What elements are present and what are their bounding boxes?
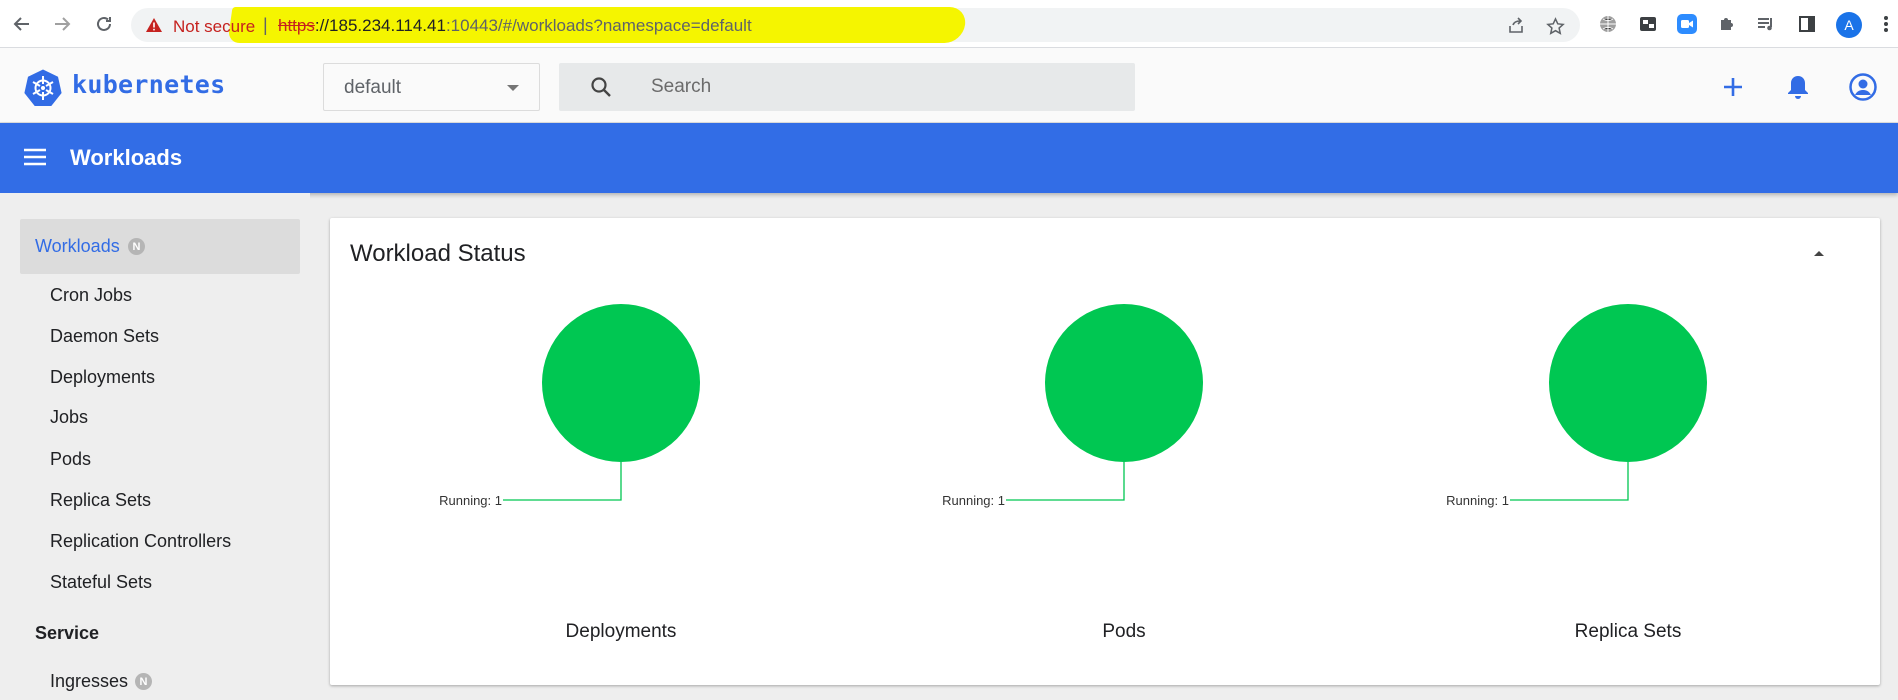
- namespaced-badge: N: [128, 238, 145, 255]
- search-icon: [589, 75, 613, 104]
- url-text[interactable]: https://185.234.114.41:10443/#/workloads…: [278, 16, 752, 36]
- zoom-icon[interactable]: [1675, 12, 1699, 36]
- sidebar-item-pods[interactable]: Pods: [50, 449, 91, 470]
- forward-icon[interactable]: [48, 10, 76, 38]
- sidebar-item-daemon-sets[interactable]: Daemon Sets: [50, 326, 159, 347]
- sidebar-item-workloads[interactable]: Workloads N: [20, 219, 300, 274]
- media-queue-icon[interactable]: [1754, 12, 1778, 36]
- slice-leader-line: [1006, 462, 1125, 501]
- search-box[interactable]: [559, 63, 1135, 111]
- sidebar-item-ingresses[interactable]: Ingresses: [50, 671, 128, 692]
- pie-slice-running[interactable]: [1549, 304, 1707, 462]
- slice-label: Running: 1: [439, 493, 502, 508]
- slice-label: Running: 1: [1446, 493, 1509, 508]
- star-icon[interactable]: [1544, 15, 1566, 37]
- url-path: :10443/#/workloads?namespace=default: [445, 16, 752, 35]
- app-header: kubernetes default: [0, 48, 1898, 123]
- profile-avatar[interactable]: A: [1836, 12, 1862, 38]
- warning-icon[interactable]: [145, 17, 163, 38]
- chart-title-deployments: Deployments: [565, 621, 677, 642]
- account-icon[interactable]: [1848, 72, 1878, 102]
- back-icon[interactable]: [8, 10, 36, 38]
- sidebar-item-replication-controllers[interactable]: Replication Controllers: [50, 531, 231, 552]
- namespace-value: default: [344, 77, 402, 98]
- share-icon[interactable]: [1505, 15, 1527, 37]
- slice-label: Running: 1: [942, 493, 1005, 508]
- globe-icon[interactable]: [1596, 12, 1620, 36]
- namespace-select[interactable]: default: [323, 63, 540, 111]
- sidebar-item-deployments[interactable]: Deployments: [50, 367, 155, 388]
- more-menu-icon[interactable]: [1874, 12, 1898, 36]
- chart-title-replica-sets: Replica Sets: [1574, 621, 1682, 642]
- sidebar-item-cron-jobs[interactable]: Cron Jobs: [50, 285, 132, 306]
- sidebar-section-service[interactable]: Service: [35, 623, 99, 644]
- sidebar-item-replica-sets[interactable]: Replica Sets: [50, 490, 151, 511]
- address-bar[interactable]: Not secure | https://185.234.114.41:1044…: [131, 7, 1580, 43]
- page-title: Workloads: [70, 145, 183, 170]
- extension-icon[interactable]: [1636, 12, 1660, 36]
- sidebar-item-jobs[interactable]: Jobs: [50, 407, 88, 428]
- page-toolbar: Workloads: [0, 123, 1898, 193]
- security-label[interactable]: Not secure: [173, 17, 255, 37]
- pie-slice-running[interactable]: [542, 304, 700, 462]
- chevron-down-icon: [507, 85, 519, 91]
- workload-charts: Running: 1 Running: 1 Running: 1: [439, 304, 1707, 508]
- chart-title-pods: Pods: [1102, 621, 1146, 642]
- add-icon[interactable]: [1718, 72, 1748, 102]
- workload-status-card: Workload Status Running: 1 Running: 1 Runn…: [330, 218, 1880, 685]
- slice-leader-line: [1510, 462, 1629, 501]
- kubernetes-logo-icon[interactable]: [24, 68, 62, 106]
- url-protocol: https: [278, 16, 315, 35]
- brand-name[interactable]: kubernetes: [72, 70, 226, 99]
- sidebar-item-stateful-sets[interactable]: Stateful Sets: [50, 572, 152, 593]
- slice-leader-line: [503, 462, 622, 501]
- sidebar-item-label: Workloads: [35, 236, 120, 256]
- pie-slice-running[interactable]: [1045, 304, 1203, 462]
- url-host: ://185.234.114.41: [314, 16, 446, 35]
- browser-toolbar: Not secure | https://185.234.114.41:1044…: [0, 0, 1898, 48]
- search-input[interactable]: [651, 72, 1111, 102]
- reload-icon[interactable]: [90, 10, 118, 38]
- sidebar: Workloads N Cron Jobs Daemon Sets Deploy…: [0, 193, 310, 700]
- separator: |: [263, 15, 268, 35]
- menu-icon[interactable]: [22, 146, 48, 173]
- notifications-icon[interactable]: [1783, 72, 1813, 102]
- puzzle-icon[interactable]: [1715, 12, 1739, 36]
- side-panel-icon[interactable]: [1795, 12, 1819, 36]
- namespaced-badge: N: [135, 673, 152, 690]
